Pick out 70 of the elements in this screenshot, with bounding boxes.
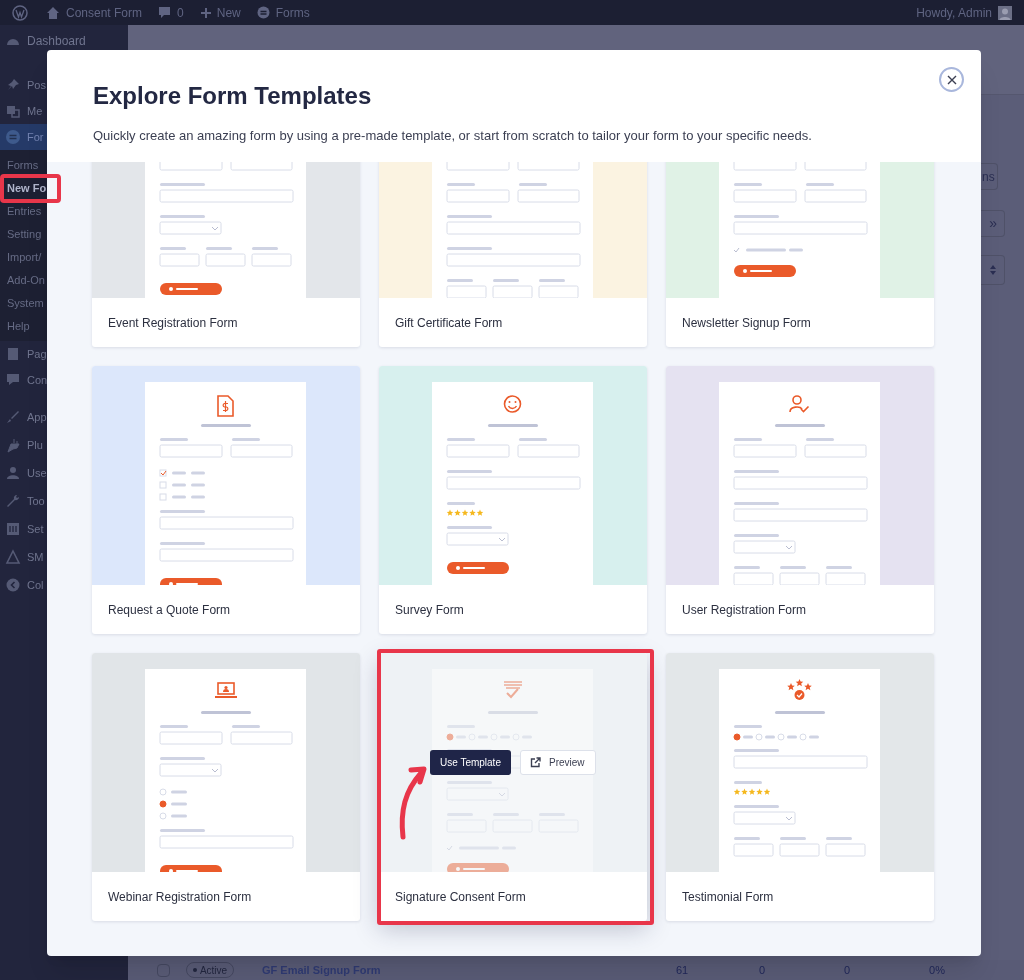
modal-subtitle: Quickly create an amazing form by using a pre-made template, or start from scratch to tailor your form to your specific needs. — [93, 127, 812, 145]
sidebar-item[interactable]: For — [0, 124, 47, 150]
forms-icon — [256, 6, 270, 19]
submenu-item[interactable]: Entries — [0, 200, 47, 223]
card-title: Testimonial Form — [681, 888, 775, 906]
template-card[interactable]: Newsletter Signup Form — [666, 162, 934, 347]
forms-icon — [5, 129, 21, 145]
card-title: Signature Consent Form — [394, 888, 527, 906]
avatar-icon — [998, 5, 1012, 20]
sidebar-item[interactable]: Dashboard — [0, 32, 100, 50]
sidebar-item[interactable]: Too — [0, 487, 47, 515]
template-card[interactable]: Webinar Registration Form — [92, 653, 360, 921]
sidebar-item[interactable]: Col — [0, 571, 47, 599]
comment-count[interactable]: 0 — [177, 3, 184, 22]
card-title: Newsletter Signup Form — [681, 314, 812, 332]
forms-link[interactable]: Forms — [275, 3, 310, 22]
template-card[interactable]: Gift Certificate Form — [379, 162, 647, 347]
submenu-item[interactable]: Forms — [0, 154, 47, 177]
media-icon — [5, 103, 21, 119]
card-title: Gift Certificate Form — [394, 314, 504, 332]
template-card[interactable]: Survey Form — [379, 366, 647, 634]
submenu-item[interactable]: System — [0, 292, 47, 315]
site-link[interactable]: Consent Form — [66, 3, 143, 22]
sidebar-item[interactable]: App — [0, 403, 47, 431]
card-title: Survey Form — [394, 601, 465, 619]
sidebar-item[interactable]: Set — [0, 515, 47, 543]
row-checkbox[interactable] — [157, 963, 170, 977]
sidebar-item[interactable]: Pos — [0, 72, 47, 98]
template-card[interactable]: User Registration Form — [666, 366, 934, 634]
preview-button[interactable]: Preview — [520, 750, 596, 775]
card-title: Request a Quote Form — [107, 601, 232, 619]
sidebar-item[interactable]: Plu — [0, 431, 47, 459]
template-card[interactable]: Testimonial Form — [666, 653, 934, 921]
submenu-item[interactable]: New Fo — [0, 177, 47, 200]
sidebar-item[interactable]: Pag — [0, 341, 47, 367]
collapse-icon — [5, 577, 21, 593]
template-card[interactable]: Request a Quote Form — [92, 366, 360, 634]
close-icon — [946, 74, 957, 85]
sort-icon — [989, 264, 997, 276]
comment-icon — [5, 372, 21, 388]
template-card[interactable]: Event Registration Form — [92, 162, 360, 347]
page-icon — [5, 346, 21, 362]
plug-icon — [5, 437, 21, 453]
brush-icon — [5, 409, 21, 425]
comment-icon — [158, 6, 172, 19]
submenu-item[interactable]: Setting — [0, 223, 47, 246]
submenu-item[interactable]: Import/ — [0, 246, 47, 269]
submenu-item[interactable]: Help — [0, 315, 47, 338]
wordpress-icon — [12, 4, 28, 21]
wrench-icon — [5, 493, 21, 509]
home-icon — [46, 6, 60, 19]
warning-icon — [5, 549, 21, 565]
modal-title: Explore Form Templates — [93, 81, 372, 111]
card-title: Webinar Registration Form — [107, 888, 253, 906]
sidebar-item[interactable]: SM — [0, 543, 47, 571]
card-title: User Registration Form — [681, 601, 808, 619]
close-button[interactable] — [939, 67, 964, 92]
user-icon — [5, 465, 21, 481]
use-template-button[interactable]: Use Template — [430, 750, 511, 775]
pin-icon — [5, 77, 21, 93]
new-link[interactable]: New — [216, 3, 241, 22]
sidebar-item[interactable]: Me — [0, 98, 47, 124]
plus-icon — [199, 6, 212, 19]
greeting-link[interactable]: Howdy, Admin — [916, 3, 992, 22]
settings-icon — [5, 521, 21, 537]
card-title: Event Registration Form — [107, 314, 239, 332]
submenu-item[interactable]: Add-On — [0, 269, 47, 292]
sidebar-item[interactable]: Con — [0, 367, 47, 393]
external-link-icon — [530, 757, 541, 768]
sidebar-item[interactable]: Use — [0, 459, 47, 487]
